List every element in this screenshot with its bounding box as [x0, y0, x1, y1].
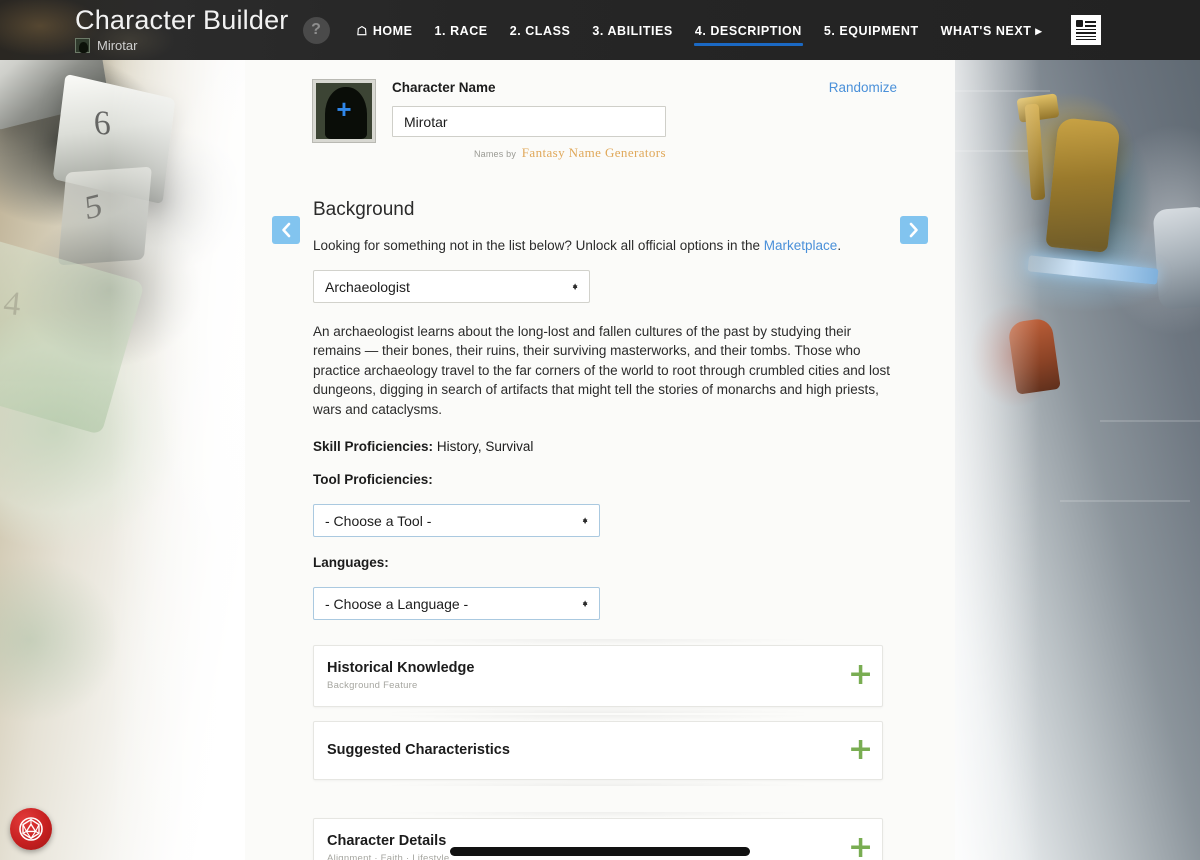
brand-block: Character Builder Mirotar: [75, 7, 289, 53]
character-name-header: Character Name Randomize: [392, 80, 897, 95]
main-nav: ☖ HOME 1. RACE 2. CLASS 3. ABILITIES 4. …: [346, 5, 1054, 55]
background-select-value: Archaeologist: [325, 278, 410, 295]
main-content: + Character Name Randomize Names by Fant…: [0, 60, 1200, 860]
marketplace-note: Looking for something not in the list be…: [313, 238, 897, 253]
next-step-button[interactable]: [900, 216, 928, 244]
languages-label: Languages:: [313, 555, 389, 571]
tool-proficiency-select[interactable]: - Choose a Tool - ▲ ▼: [313, 504, 600, 538]
marketplace-link[interactable]: Marketplace: [764, 238, 838, 253]
name-generator-credit: Names by Fantasy Name Generators: [392, 145, 666, 161]
background-select[interactable]: Archaeologist ▲ ▼: [313, 270, 590, 303]
chevron-right-icon: [909, 222, 918, 238]
panel-title: Suggested Characteristics: [327, 742, 510, 759]
credit-prefix: Names by: [473, 149, 517, 159]
character-name-label: Character Name: [392, 80, 496, 95]
select-chevrons-icon: ▲ ▼: [581, 514, 589, 526]
nav-item-class[interactable]: 2. CLASS: [499, 6, 582, 55]
language-select-value: - Choose a Language -: [325, 595, 469, 612]
skill-proficiencies-row: Skill Proficiencies: History, Survival: [313, 439, 897, 454]
background-section: Background Looking for something not in …: [313, 161, 897, 621]
nav-item-home[interactable]: ☖ HOME: [346, 6, 424, 55]
plus-icon[interactable]: +: [848, 734, 873, 764]
nav-item-whats-next[interactable]: WHAT'S NEXT ▸: [930, 5, 1054, 55]
background-description: An archaeologist learns about the long-l…: [313, 324, 891, 417]
character-name-label: Mirotar: [97, 38, 138, 53]
skill-proficiencies-value: History, Survival: [436, 439, 534, 455]
panel-title: Historical Knowledge: [327, 660, 475, 677]
d20-glyph: [19, 817, 43, 841]
chevron-left-icon: [282, 222, 291, 238]
marketplace-note-text: Looking for something not in the list be…: [313, 238, 764, 253]
prev-step-button[interactable]: [272, 216, 300, 244]
character-name-fields: Character Name Randomize Names by Fantas…: [392, 80, 897, 161]
background-heading: Background: [313, 199, 415, 220]
panel-suggested-characteristics[interactable]: Suggested Characteristics +: [313, 721, 883, 787]
randomize-link[interactable]: Randomize: [829, 80, 897, 95]
add-portrait-icon[interactable]: +: [313, 80, 375, 142]
nav-label-home: HOME: [372, 23, 413, 38]
current-character[interactable]: Mirotar: [75, 38, 289, 53]
select-chevrons-icon: ▲ ▼: [581, 597, 589, 609]
skill-proficiencies-label: Skill Proficiencies:: [313, 439, 434, 455]
content-column: + Character Name Randomize Names by Fant…: [313, 60, 897, 860]
plus-icon[interactable]: +: [848, 660, 873, 690]
scrollbar-thumb[interactable]: [450, 847, 750, 856]
collapsible-panels: Historical Knowledge Background Feature …: [313, 645, 897, 860]
nav-item-description[interactable]: 4. DESCRIPTION: [684, 6, 813, 55]
tool-select-value: - Choose a Tool -: [325, 512, 432, 529]
credit-brand[interactable]: Fantasy Name Generators: [522, 145, 666, 160]
language-select[interactable]: - Choose a Language - ▲ ▼: [313, 587, 600, 621]
character-name-section: + Character Name Randomize Names by Fant…: [313, 60, 897, 161]
tool-proficiencies-label: Tool Proficiencies:: [313, 472, 433, 488]
panel-subtitle: Background Feature: [327, 680, 418, 692]
nav-item-abilities[interactable]: 3. ABILITIES: [581, 6, 683, 55]
horizontal-scrollbar[interactable]: [0, 844, 1200, 860]
marketplace-note-suffix: .: [837, 238, 842, 253]
nav-item-equipment[interactable]: 5. EQUIPMENT: [813, 6, 930, 55]
nav-item-race[interactable]: 1. RACE: [424, 6, 499, 55]
app-title: Character Builder: [75, 5, 289, 35]
character-avatar-icon: [75, 38, 90, 53]
plus-icon: +: [336, 93, 352, 124]
character-name-input[interactable]: [392, 106, 666, 137]
panel-group-divider: [313, 794, 897, 818]
home-icon: ☖: [356, 23, 368, 38]
panel-historical-knowledge[interactable]: Historical Knowledge Background Feature …: [313, 645, 883, 714]
help-button[interactable]: ?: [302, 16, 330, 44]
character-sheet-icon[interactable]: [1071, 15, 1102, 45]
sheet-icon-avatar: [1076, 20, 1084, 27]
select-chevrons-icon: ▲ ▼: [571, 280, 579, 292]
top-navigation-bar: Character Builder Mirotar ? ☖ HOME 1. RA…: [0, 0, 1200, 60]
